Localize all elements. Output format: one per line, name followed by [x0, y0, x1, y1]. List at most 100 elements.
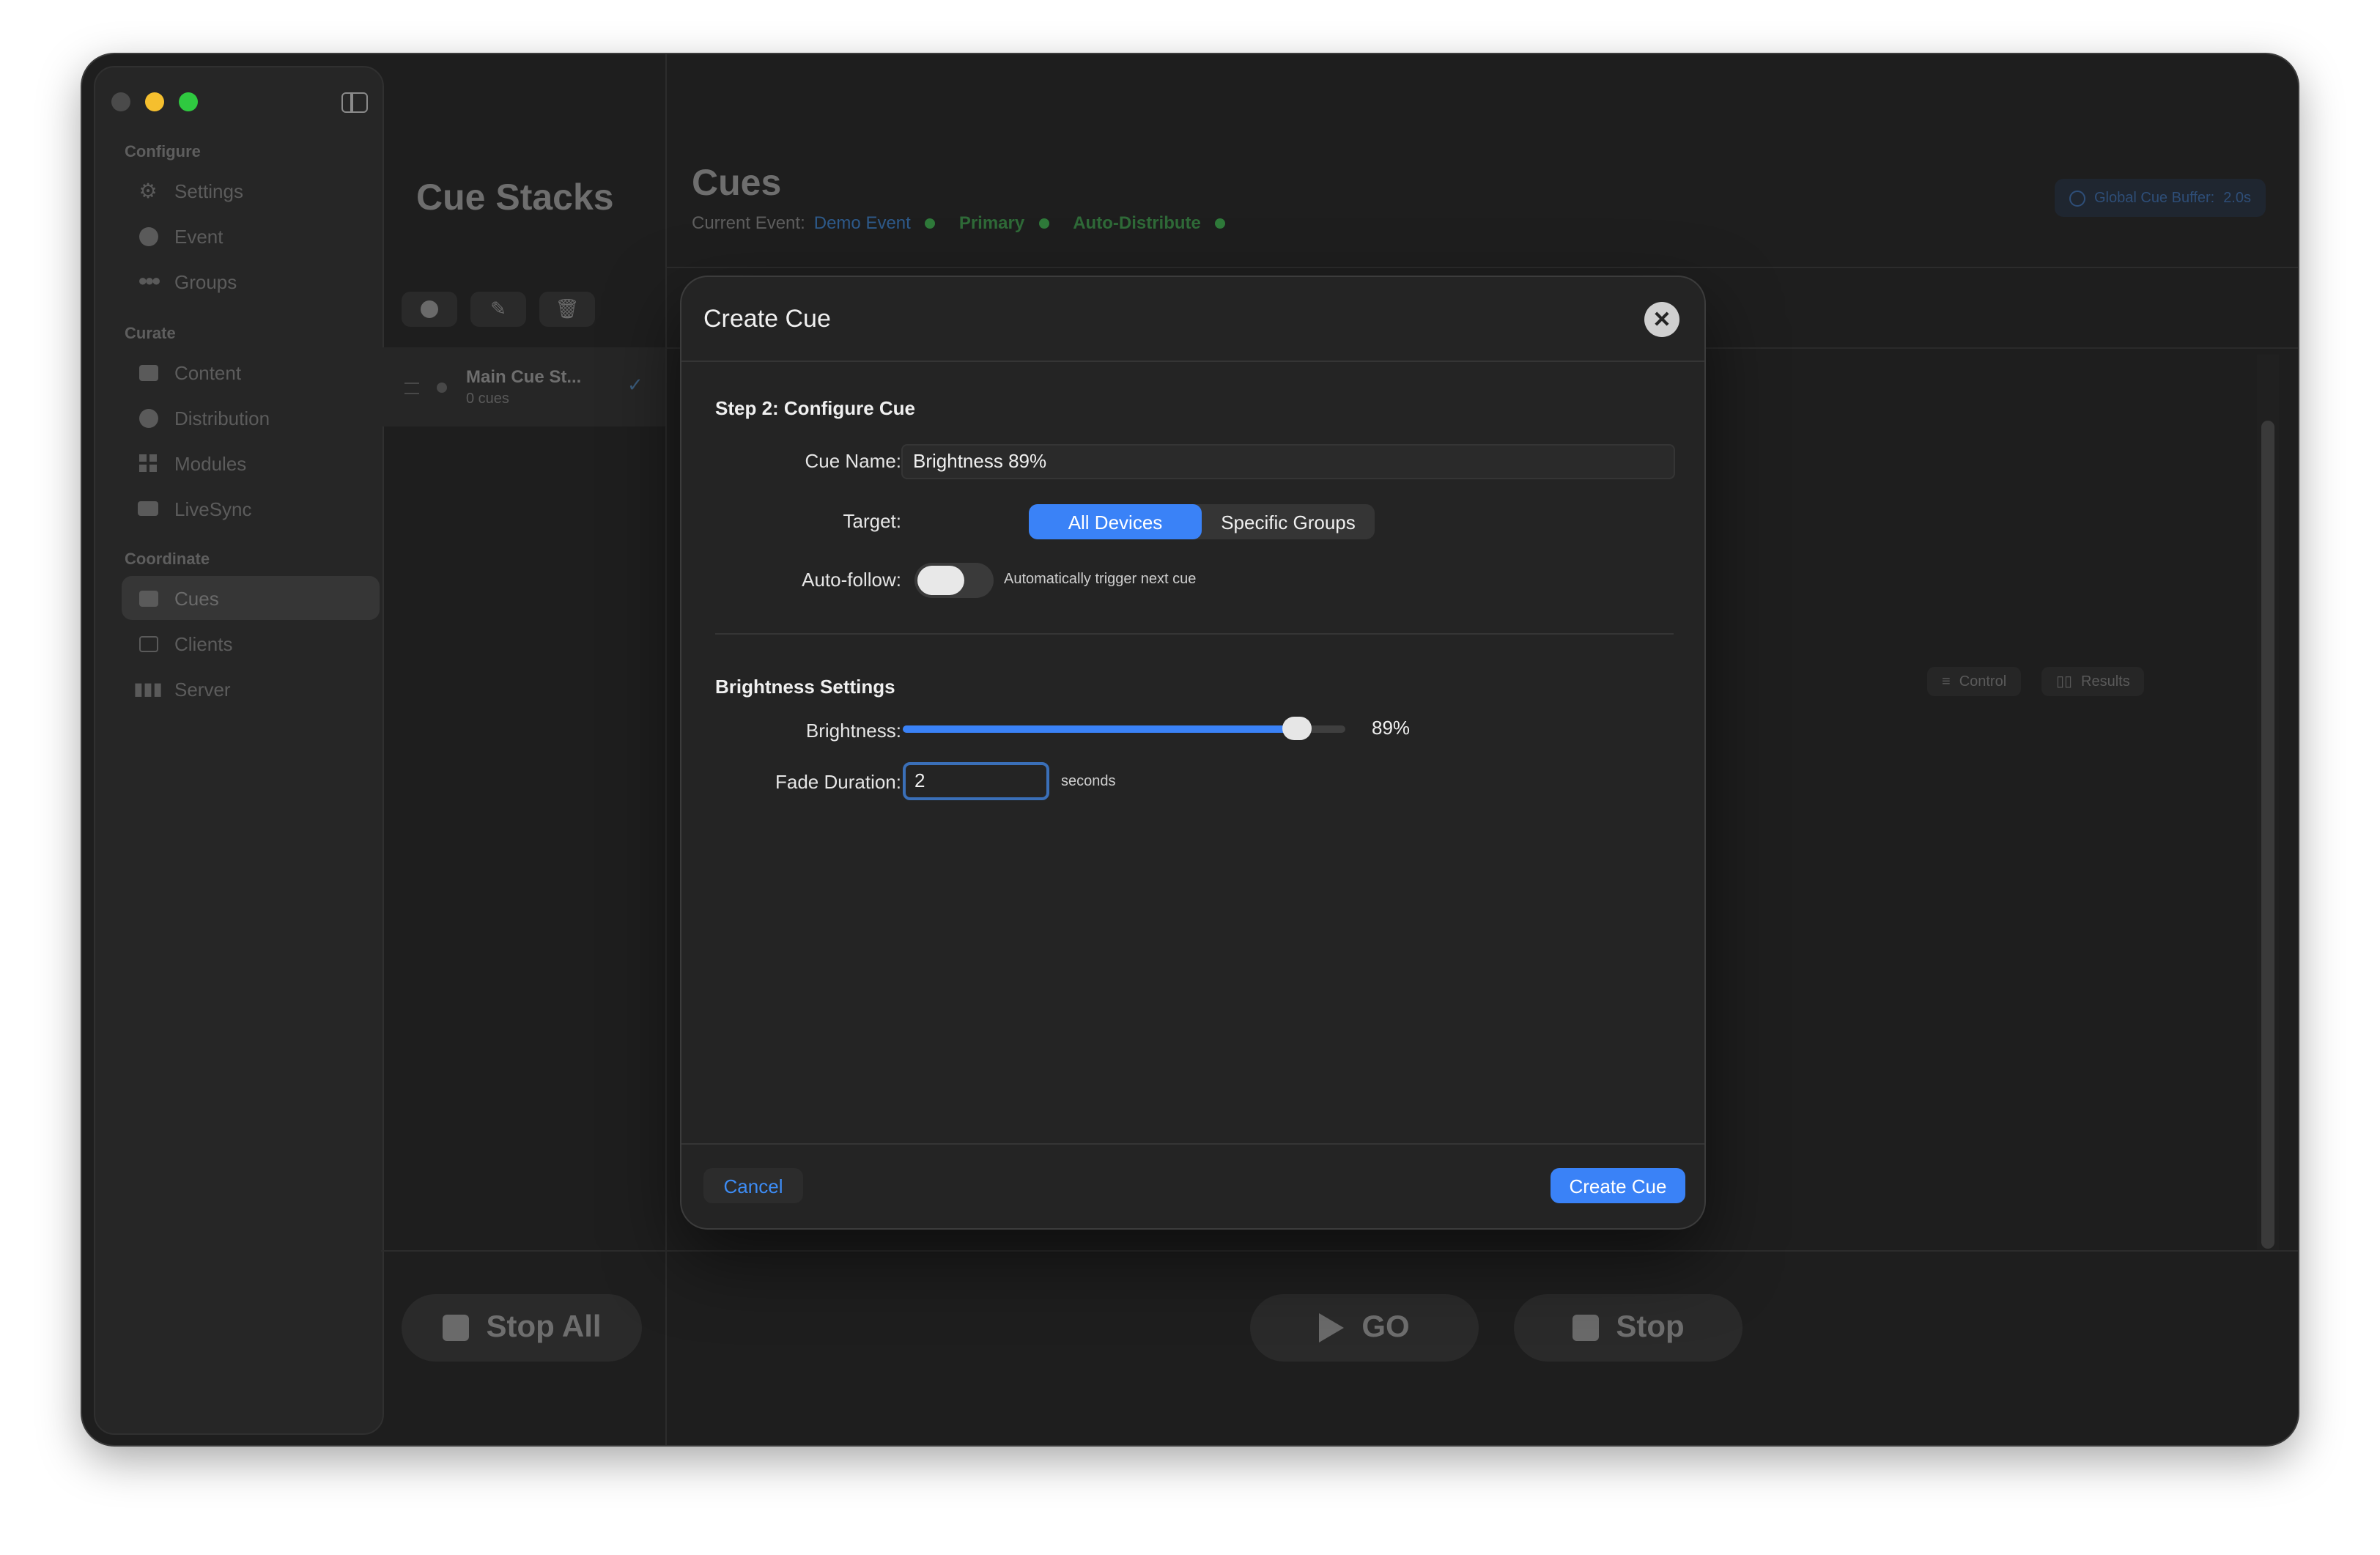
- section-title-coordinate: Coordinate: [125, 551, 210, 569]
- auto-follow-label: Auto-follow:: [802, 569, 901, 591]
- stack-name: Main Cue St...: [466, 366, 582, 387]
- edit-stack-button[interactable]: ✎: [470, 292, 526, 327]
- minimize-window-button[interactable]: [145, 92, 164, 111]
- divider: [715, 633, 1674, 635]
- divider: [681, 1143, 1704, 1145]
- zoom-window-button[interactable]: [179, 92, 198, 111]
- distribution-icon: [136, 407, 160, 428]
- sidebar-item-label: Cues: [174, 587, 219, 609]
- global-cue-buffer-badge[interactable]: Global Cue Buffer: 2.0s: [2055, 179, 2266, 217]
- checkmark-icon: ✓: [627, 374, 643, 396]
- list-icon: ≡: [1942, 673, 1951, 690]
- stop-square-icon: [442, 1315, 469, 1341]
- sidebar-item-label: Event: [174, 225, 223, 247]
- slider-fill: [903, 725, 1297, 733]
- divider: [681, 361, 1704, 362]
- list-item[interactable]: Main Cue St... 0 cues ✓: [381, 347, 665, 426]
- divider: [665, 267, 2298, 268]
- global-buffer-label: Global Cue Buffer:: [2094, 190, 2215, 206]
- sidebar-item-settings[interactable]: ⚙ Settings: [122, 169, 380, 213]
- sidebar-item-livesync[interactable]: LiveSync: [122, 487, 380, 531]
- sidebar-item-label: LiveSync: [174, 498, 252, 520]
- event-icon: [136, 226, 160, 246]
- cue-name-field[interactable]: Brightness 89%: [901, 444, 1675, 479]
- play-icon: [1319, 1313, 1345, 1342]
- auto-distribute-status: Auto-Distribute: [1073, 213, 1201, 233]
- modules-icon: [136, 453, 160, 473]
- sidebar-item-distribution[interactable]: Distribution: [122, 396, 380, 440]
- sidebar-item-modules[interactable]: Modules: [122, 441, 380, 485]
- sidebar-item-label: Server: [174, 678, 231, 700]
- close-icon: ✕: [1652, 307, 1671, 332]
- trash-icon: 🗑: [555, 298, 580, 320]
- section-title-curate: Curate: [125, 325, 176, 343]
- tab-control[interactable]: ≡ Control: [1927, 667, 2022, 696]
- cue-stacks-panel: Cue Stacks ✎ 🗑 Main Cue St... 0 cues ✓ S…: [381, 54, 667, 1445]
- primary-status: Primary: [958, 213, 1025, 233]
- go-button[interactable]: GO: [1250, 1294, 1479, 1362]
- tab-results[interactable]: ▯▯ Results: [2041, 667, 2145, 696]
- brightness-slider[interactable]: [903, 717, 1345, 740]
- status-dot: [1039, 218, 1050, 228]
- brightness-label: Brightness:: [805, 720, 901, 742]
- target-specific-groups-option[interactable]: Specific Groups: [1202, 504, 1375, 539]
- sidebar-item-groups[interactable]: ●●● Groups: [122, 259, 380, 303]
- stop-all-label: Stop All: [486, 1310, 602, 1344]
- target-segmented-control: All Devices Specific Groups: [1029, 504, 1375, 539]
- event-link[interactable]: Demo Event: [814, 213, 911, 233]
- cue-stacks-title: Cue Stacks: [416, 177, 614, 218]
- step-title: Step 2: Configure Cue: [715, 397, 916, 419]
- delete-stack-button[interactable]: 🗑: [539, 292, 595, 327]
- cue-name-label: Cue Name:: [805, 450, 902, 472]
- stop-button[interactable]: Stop: [1514, 1294, 1742, 1362]
- clients-icon: [136, 633, 160, 654]
- target-label: Target:: [843, 510, 902, 532]
- go-label: GO: [1361, 1310, 1410, 1344]
- status-dot: [437, 383, 447, 393]
- close-dialog-button[interactable]: ✕: [1644, 302, 1679, 337]
- sidebar-item-cues[interactable]: Cues: [122, 576, 380, 620]
- sidebar-item-content[interactable]: Content: [122, 350, 380, 394]
- clock-icon: [2069, 190, 2085, 206]
- content-icon: [136, 362, 160, 383]
- divider: [381, 1250, 2298, 1252]
- drag-handle-icon[interactable]: [404, 383, 419, 394]
- camera-icon: [136, 498, 160, 519]
- sidebar-item-label: Modules: [174, 452, 247, 474]
- sidebar-item-label: Clients: [174, 632, 233, 654]
- create-cue-dialog: Create Cue ✕ Step 2: Configure Cue Cue N…: [681, 277, 1704, 1228]
- create-cue-button[interactable]: Create Cue: [1551, 1168, 1685, 1203]
- pencil-icon: ✎: [490, 298, 506, 320]
- current-event-label: Current Event:: [692, 213, 805, 233]
- chart-icon: ▯▯: [2056, 673, 2073, 690]
- page-title: Cues: [692, 163, 782, 204]
- sidebar-item-server[interactable]: ▮▮▮ Server: [122, 667, 380, 711]
- sidebar-item-event[interactable]: Event: [122, 214, 380, 258]
- groups-icon: ●●●: [138, 273, 161, 290]
- sidebar-item-label: Settings: [174, 180, 243, 202]
- event-status-line: Current Event: Demo Event Primary Auto-D…: [692, 213, 1226, 233]
- add-stack-button[interactable]: [402, 292, 457, 327]
- dialog-title: Create Cue: [703, 305, 831, 333]
- auto-follow-toggle[interactable]: [914, 563, 994, 598]
- close-window-button[interactable]: [111, 92, 130, 111]
- stop-square-icon: [1572, 1315, 1599, 1341]
- stack-count: 0 cues: [466, 391, 509, 407]
- slider-knob[interactable]: [1282, 717, 1312, 740]
- server-icon: ▮▮▮: [133, 679, 163, 699]
- sidebar-item-label: Distribution: [174, 407, 270, 429]
- sidebar-toggle-icon[interactable]: [341, 92, 368, 113]
- stop-label: Stop: [1616, 1310, 1685, 1344]
- stop-all-button[interactable]: Stop All: [402, 1294, 642, 1362]
- target-all-devices-option[interactable]: All Devices: [1029, 504, 1202, 539]
- cancel-button[interactable]: Cancel: [703, 1168, 803, 1203]
- scrollbar[interactable]: [2261, 421, 2274, 1249]
- section-title-configure: Configure: [125, 144, 201, 161]
- sidebar-item-clients[interactable]: Clients: [122, 621, 380, 665]
- fade-duration-label: Fade Duration:: [775, 771, 901, 793]
- tab-label: Control: [1959, 673, 2007, 690]
- fade-duration-field[interactable]: 2: [903, 762, 1049, 800]
- status-dot: [925, 218, 936, 228]
- plus-circle-icon: [421, 300, 438, 318]
- brightness-section-title: Brightness Settings: [715, 676, 895, 698]
